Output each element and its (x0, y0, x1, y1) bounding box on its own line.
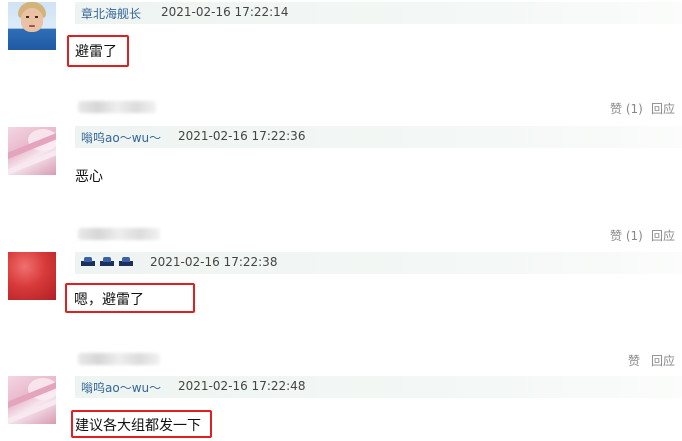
timestamp: 2021-02-16 17:22:14 (161, 5, 289, 19)
comment-text: 恶心 (75, 169, 103, 185)
blurred-text (78, 101, 156, 113)
avatar[interactable] (8, 2, 56, 50)
comment-header: 嗡呜ao～wu～ 2021-02-16 17:22:36 (75, 126, 682, 148)
comment-header: 章北海舰长 2021-02-16 17:22:14 (75, 2, 682, 24)
reply-button[interactable]: 回应 (651, 227, 675, 244)
username-icons[interactable] (81, 257, 133, 268)
comment-text: 嗯，避雷了 (74, 292, 144, 308)
avatar[interactable] (8, 252, 56, 300)
like-button[interactable]: 赞 (628, 352, 640, 369)
badge-icon (81, 257, 95, 268)
timestamp: 2021-02-16 17:22:38 (150, 255, 278, 269)
like-button[interactable]: 赞 (1) (610, 227, 643, 244)
comment-text: 建议各大组都发一下 (75, 418, 201, 434)
username-link[interactable]: 嗡呜ao～wu～ (81, 129, 161, 146)
username-link[interactable]: 嗡呜ao～wu～ (81, 379, 161, 396)
avatar[interactable] (8, 376, 56, 424)
badge-icon (119, 257, 133, 268)
comment-text: 避雷了 (75, 44, 117, 60)
badge-icon (100, 257, 114, 268)
comment-header: 2021-02-16 17:22:38 (75, 252, 682, 274)
reply-button[interactable]: 回应 (651, 100, 675, 117)
timestamp: 2021-02-16 17:22:36 (178, 129, 306, 143)
timestamp: 2021-02-16 17:22:48 (178, 379, 306, 393)
blurred-text (78, 353, 160, 365)
avatar[interactable] (8, 127, 56, 175)
comment-header: 嗡呜ao～wu～ 2021-02-16 17:22:48 (75, 376, 682, 398)
blurred-text (78, 228, 160, 240)
reply-button[interactable]: 回应 (651, 352, 675, 369)
username-link[interactable]: 章北海舰长 (81, 5, 141, 22)
like-button[interactable]: 赞 (1) (610, 100, 643, 117)
